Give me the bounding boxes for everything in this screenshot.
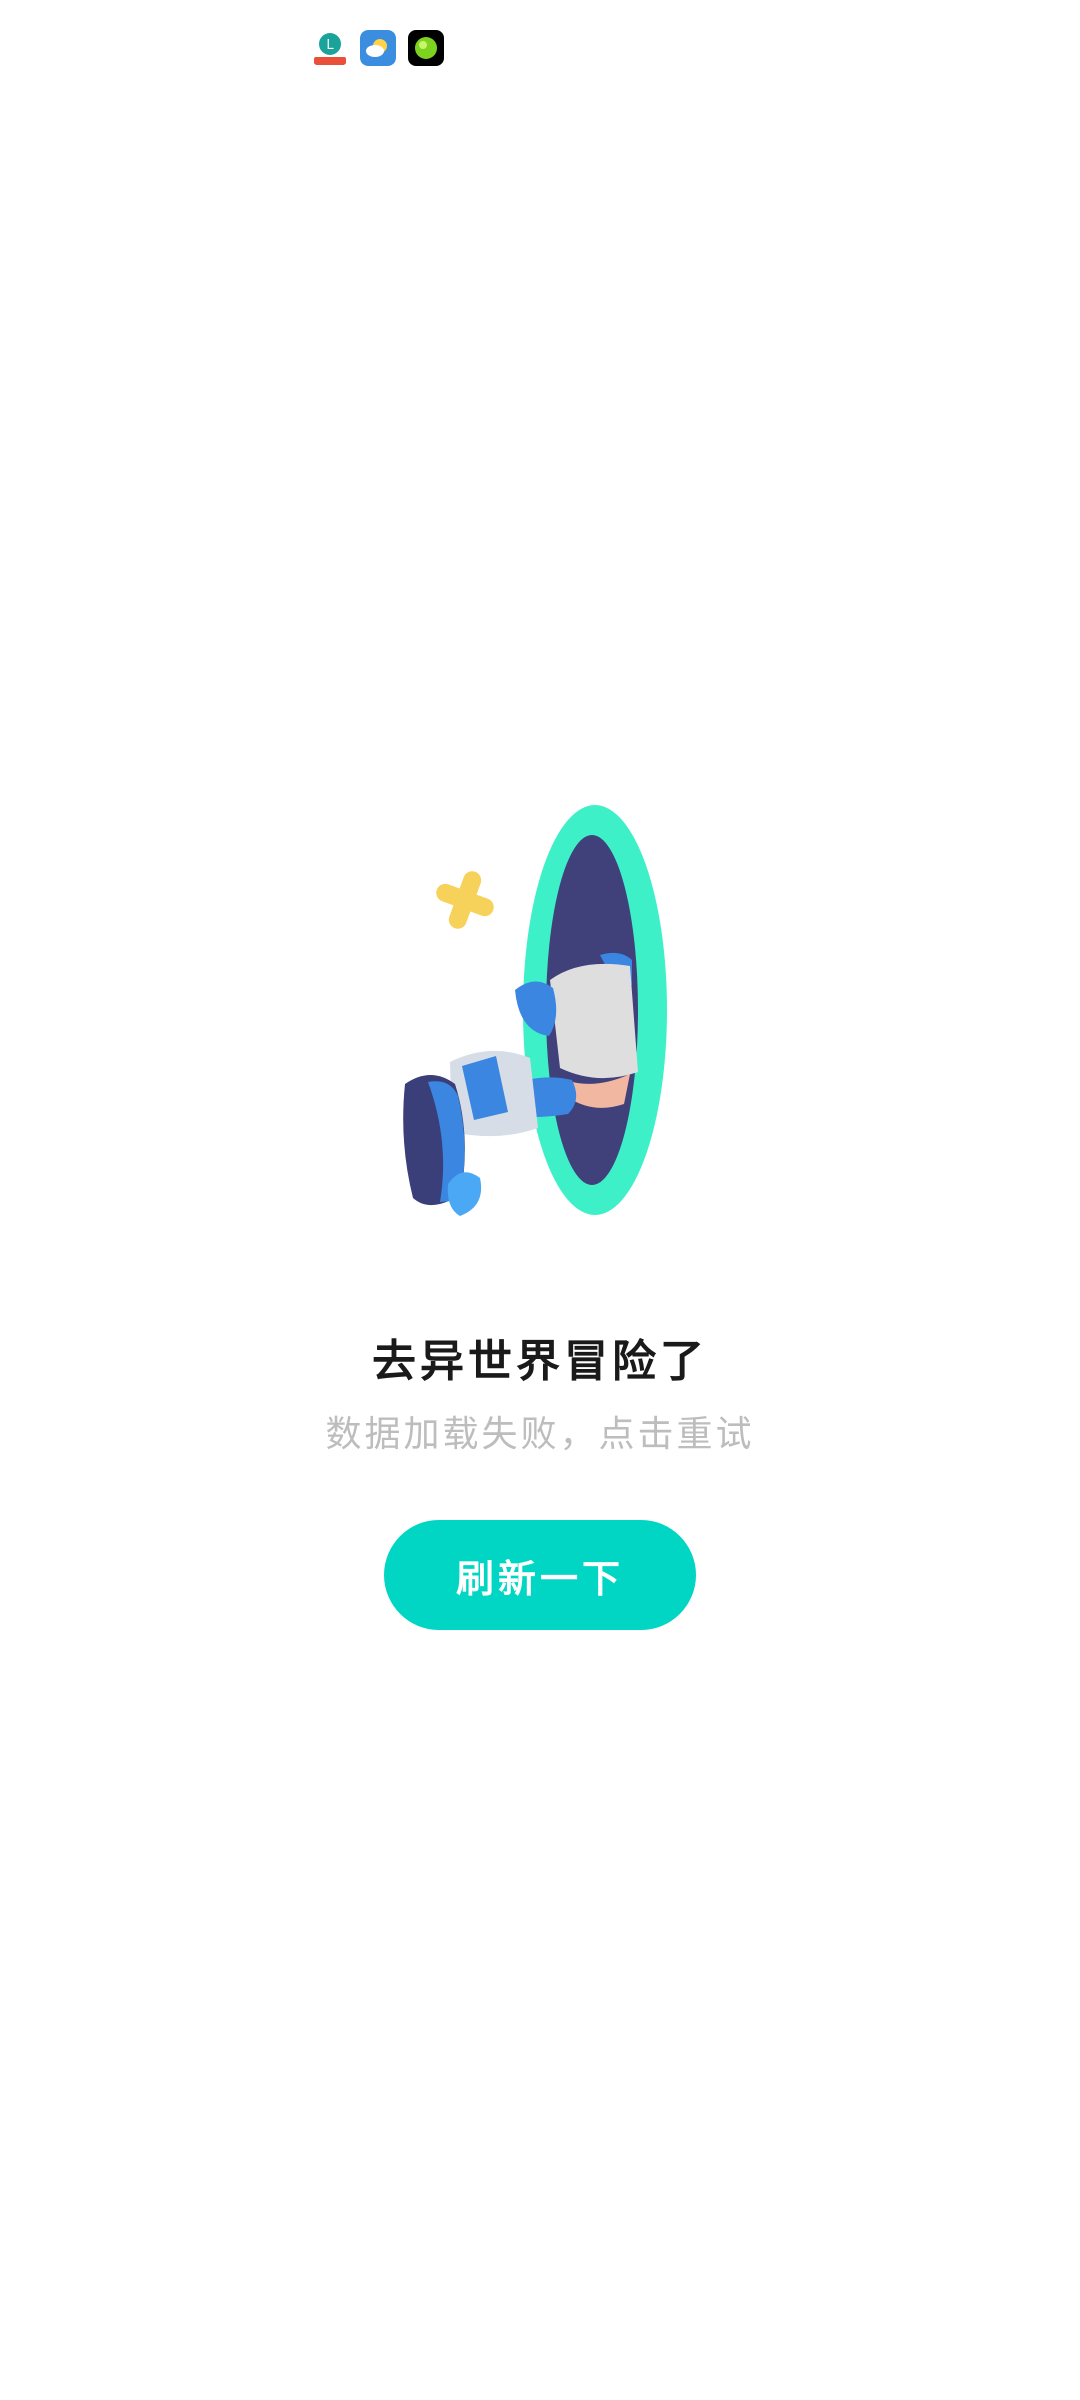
status-bar: L [0, 0, 1080, 100]
notification-icons: L [312, 30, 444, 66]
sparkle-star-icon [436, 871, 494, 929]
refresh-button[interactable]: 刷新一下 [384, 1520, 696, 1630]
svg-text:L: L [326, 38, 334, 53]
error-title: 去异世界冒险了 [372, 1336, 708, 1387]
portal-adventure-illustration [370, 800, 690, 1240]
lottery-app-icon: L [312, 30, 348, 66]
error-subtitle[interactable]: 数据加载失败，点击重试 [0, 1405, 1080, 1457]
weather-app-icon [360, 30, 396, 66]
green-dot-app-icon [408, 30, 444, 66]
error-screen: L 去异世界冒险了 数据加载失败，点击重试 刷新一下 [0, 0, 1080, 2400]
